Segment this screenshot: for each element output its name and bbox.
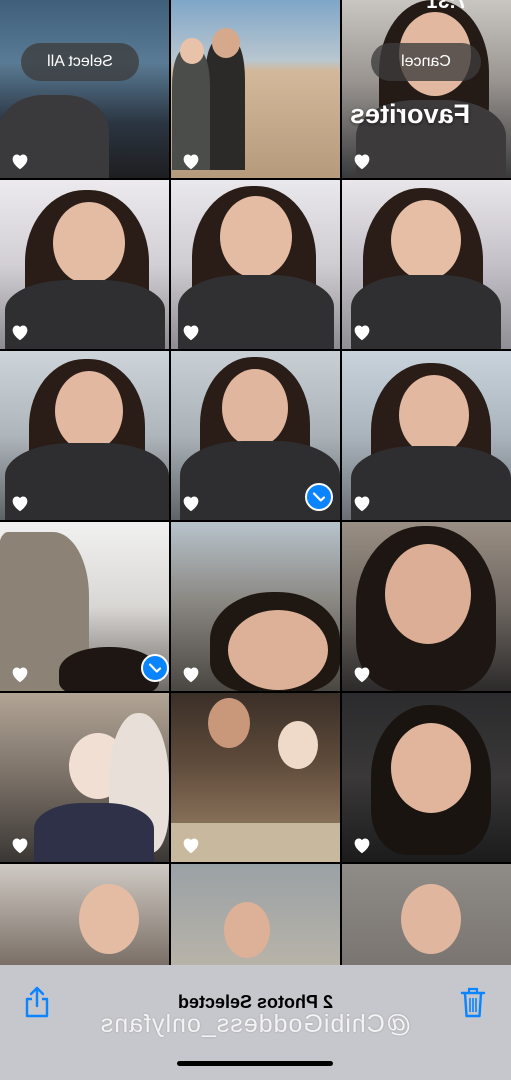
photo-tile[interactable] [342, 522, 511, 691]
favorite-heart-icon [354, 667, 370, 683]
photo-tile[interactable] [0, 522, 169, 691]
photo-tile[interactable] [171, 180, 340, 349]
favorite-heart-icon [354, 154, 370, 170]
favorite-heart-icon [12, 838, 28, 854]
photo-tile[interactable] [171, 864, 340, 965]
photo-tile[interactable] [342, 864, 511, 965]
watermark-text: @ChibiGoddess_onlyfans [99, 1010, 412, 1038]
photo-tile[interactable] [0, 864, 169, 965]
favorite-heart-icon [183, 667, 199, 683]
photo-tile[interactable] [0, 351, 169, 520]
favorite-heart-icon [354, 496, 370, 512]
favorite-heart-icon [12, 154, 28, 170]
home-indicator[interactable] [177, 1061, 333, 1066]
photo-tile[interactable] [171, 693, 340, 862]
mirrored-screen: Cancel Select All 2 Photos Selected [0, 0, 511, 1080]
photo-tile[interactable] [342, 693, 511, 862]
status-time: 7:31 [427, 0, 468, 13]
favorite-heart-icon [12, 325, 28, 341]
selected-check-icon [305, 483, 333, 511]
photo-tile[interactable] [171, 0, 340, 178]
select-all-button[interactable]: Select All [21, 43, 139, 81]
favorite-heart-icon [354, 838, 370, 854]
selected-check-icon [141, 654, 169, 682]
favorite-heart-icon [183, 496, 199, 512]
favorite-heart-icon [183, 154, 199, 170]
cancel-button[interactable]: Cancel [371, 43, 481, 81]
favorite-heart-icon [12, 496, 28, 512]
photo-tile[interactable] [171, 351, 340, 520]
favorite-heart-icon [183, 325, 199, 341]
section-title: Favorites [350, 99, 471, 129]
favorite-heart-icon [12, 667, 28, 683]
photo-tile[interactable] [0, 0, 169, 178]
photo-tile[interactable] [0, 693, 169, 862]
favorite-heart-icon [183, 838, 199, 854]
photo-tile[interactable] [171, 522, 340, 691]
photo-tile[interactable] [342, 351, 511, 520]
photo-tile[interactable] [342, 0, 511, 178]
favorite-heart-icon [354, 325, 370, 341]
photo-tile[interactable] [0, 180, 169, 349]
photo-tile[interactable] [342, 180, 511, 349]
photo-grid [0, 0, 511, 1080]
